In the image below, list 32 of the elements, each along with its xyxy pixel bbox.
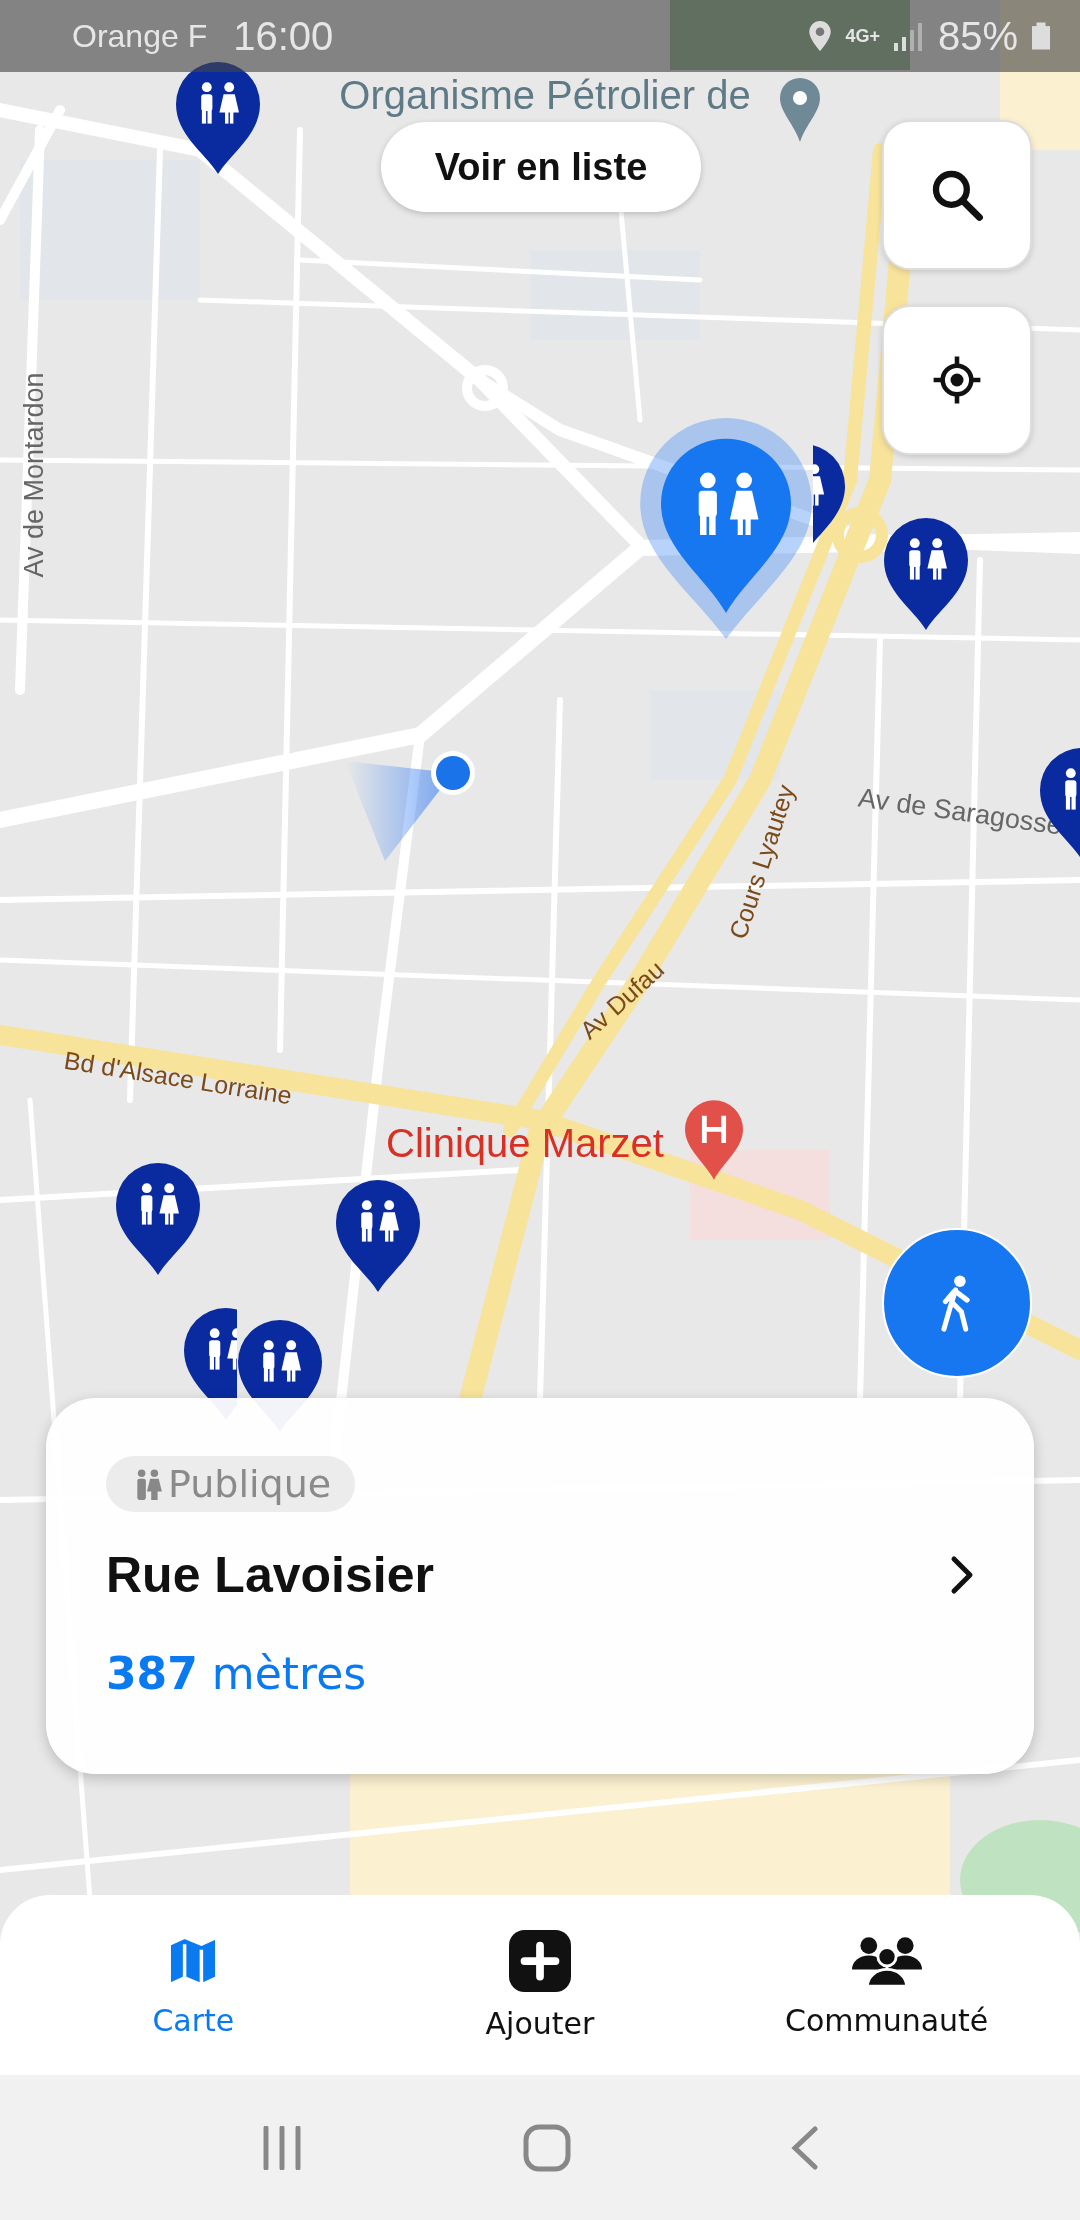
map-label: Clinique Marzet [386,1120,664,1166]
home-button[interactable] [523,2123,571,2172]
battery-level: 85% [937,13,1018,59]
clock: 16:00 [233,13,334,59]
map-label: Bd d'Alsace Lorraine [62,1045,294,1111]
list-view-button[interactable]: Voir en liste [381,122,701,212]
toilet-pin-icon[interactable] [884,518,968,630]
nav-tab[interactable]: Communauté [736,1932,1037,2038]
network-type: 4G+ [845,25,880,47]
battery-icon [1032,22,1050,50]
search-button[interactable] [882,120,1032,270]
map-label: Av de Saragosse [856,782,1064,842]
place-pin-icon [780,78,820,142]
distance-text: 387 mètres [106,1648,367,1699]
category-label: Publique [168,1462,332,1506]
toilet-pin-icon[interactable] [336,1180,420,1292]
nav-tab[interactable]: Carte [43,1932,344,2038]
toilet-pin-icon[interactable] [176,62,260,174]
hospital-pin-icon [685,1100,743,1180]
toilet-pin-icon[interactable] [116,1163,200,1275]
place-name: Rue Lavoisier [106,1546,434,1604]
locate-button[interactable] [882,305,1032,455]
signal-icon [893,21,924,51]
add-icon [509,1929,571,1992]
location-icon [809,21,832,51]
crosshair-icon [931,354,983,406]
toilet-info-card[interactable]: Publique Rue Lavoisier 387 mètres [46,1398,1034,1774]
map-label: Organisme Pétrolier de [339,72,751,118]
map-label: Av de Montardon [18,372,50,578]
carrier-name: Orange F [72,17,208,55]
nav-tab[interactable]: Ajouter [390,1929,690,2041]
back-button[interactable] [790,2125,821,2170]
